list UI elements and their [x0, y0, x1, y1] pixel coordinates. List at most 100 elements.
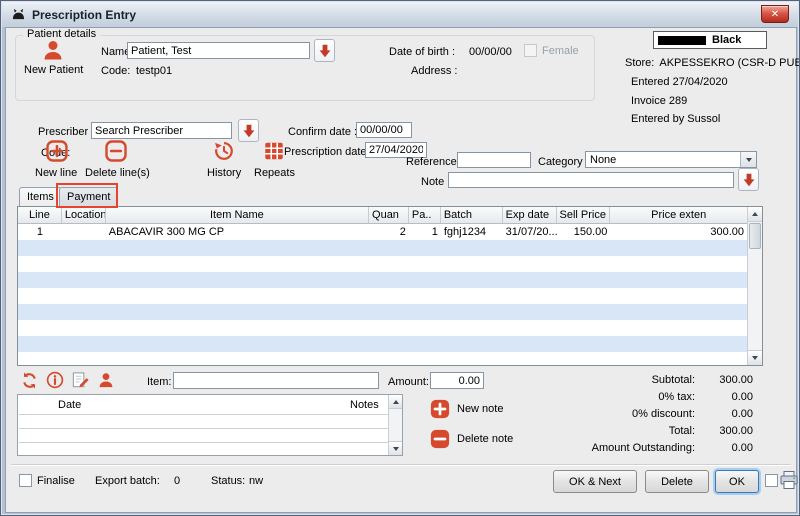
- patient-details-button[interactable]: [96, 370, 116, 390]
- footer-divider: [11, 464, 791, 466]
- print-checkbox[interactable]: [765, 474, 778, 487]
- outstanding-line: Amount Outstanding:0.00: [592, 442, 753, 454]
- cell-price-exten: 300.00: [610, 224, 747, 240]
- notes-notes-header: Notes: [350, 399, 379, 411]
- new-patient-label: New Patient: [24, 64, 83, 76]
- table-row-empty[interactable]: [18, 304, 747, 320]
- female-checkbox: [524, 44, 537, 57]
- col-pack[interactable]: Pa..: [409, 207, 441, 223]
- notes-panel: Date Notes: [17, 394, 403, 456]
- discount-label: 0% discount:: [632, 408, 695, 420]
- scroll-thumb[interactable]: [749, 223, 761, 249]
- female-label: Female: [542, 45, 579, 57]
- repeats-button[interactable]: [263, 140, 285, 162]
- table-row-empty[interactable]: [18, 272, 747, 288]
- discount-line: 0% discount:0.00: [632, 408, 753, 420]
- ok-next-button[interactable]: OK & Next: [553, 470, 637, 493]
- notes-scroll-up-button[interactable]: [389, 395, 402, 409]
- table-row-empty[interactable]: [18, 352, 747, 365]
- cell-batch: fghj1234: [441, 224, 503, 240]
- new-patient-button[interactable]: [41, 37, 65, 62]
- notes-scrollbar[interactable]: [388, 395, 402, 455]
- col-batch[interactable]: Batch: [441, 207, 503, 223]
- title-bar[interactable]: Prescription Entry: [2, 2, 798, 27]
- plus-icon: [430, 399, 450, 419]
- printer-icon: [779, 470, 799, 490]
- patient-lookup-button[interactable]: [314, 39, 335, 62]
- new-line-button[interactable]: [46, 140, 68, 162]
- minus-icon: [105, 140, 127, 162]
- reorder-lines-button[interactable]: [19, 370, 39, 390]
- item-input[interactable]: [173, 372, 379, 389]
- color-swatch: [658, 36, 706, 45]
- repeats-grid-icon: [263, 140, 285, 162]
- delete-note-label: Delete note: [457, 433, 513, 445]
- prescriber-label: Prescriber: [38, 126, 88, 138]
- note-row-divider: [19, 428, 388, 429]
- status-value: nw: [249, 475, 263, 487]
- history-label: History: [207, 167, 241, 179]
- scroll-down-button[interactable]: [748, 350, 762, 365]
- dob-value: 00/00/00: [469, 46, 512, 58]
- patient-name-input[interactable]: [127, 42, 310, 59]
- chevron-down-icon: [746, 158, 752, 162]
- outstanding-value: 0.00: [695, 442, 753, 454]
- name-label: Name: [101, 46, 130, 58]
- delete-button[interactable]: Delete: [645, 470, 709, 493]
- delete-note-button[interactable]: [430, 429, 450, 449]
- refresh-arrows-icon: [20, 371, 39, 390]
- delete-lines-button[interactable]: [105, 140, 127, 162]
- note-header-divider: [19, 414, 388, 415]
- triangle-down-icon: [393, 447, 399, 451]
- prescription-entry-window: Prescription Entry ✕ Patient details New…: [0, 0, 800, 516]
- prescriber-lookup-button[interactable]: [238, 119, 259, 142]
- close-button[interactable]: ✕: [761, 5, 789, 23]
- col-sell-price[interactable]: Sell Price: [557, 207, 611, 223]
- entered-date: Entered 27/04/2020: [631, 76, 728, 88]
- note-input[interactable]: [448, 172, 734, 188]
- col-quan[interactable]: Quan: [369, 207, 409, 223]
- finalise-checkbox[interactable]: [19, 474, 32, 487]
- category-select[interactable]: None: [585, 151, 757, 168]
- store-value: AKPESSEKRO (CSR-D PUBLIC): [659, 57, 800, 69]
- confirm-date-input[interactable]: [356, 122, 412, 138]
- table-row[interactable]: 1 ABACAVIR 300 MG CP 2 1 fghj1234 31/07/…: [18, 224, 747, 240]
- print-button[interactable]: [779, 470, 799, 490]
- patient-color-box[interactable]: Black: [653, 31, 767, 49]
- item-info-button[interactable]: [45, 370, 65, 390]
- new-note-button[interactable]: [430, 399, 450, 419]
- edit-pencil-icon: [71, 371, 90, 390]
- edit-note-button[interactable]: [70, 370, 90, 390]
- col-item-name[interactable]: Item Name: [106, 207, 369, 223]
- address-label: Address :: [411, 65, 457, 77]
- ok-button[interactable]: OK: [715, 470, 759, 493]
- table-row-empty[interactable]: [18, 320, 747, 336]
- scroll-up-button[interactable]: [748, 207, 762, 222]
- person-icon: [97, 371, 115, 389]
- col-location[interactable]: Location: [62, 207, 106, 223]
- col-line[interactable]: Line: [18, 207, 62, 223]
- table-row-empty[interactable]: [18, 240, 747, 256]
- table-row-empty[interactable]: [18, 336, 747, 352]
- confirm-date-label: Confirm date :: [288, 126, 357, 138]
- amount-input[interactable]: [430, 372, 484, 389]
- reference-label: Reference: [406, 156, 457, 168]
- col-price-exten[interactable]: Price exten: [610, 207, 747, 223]
- tab-items-label: Items: [27, 191, 54, 203]
- history-button[interactable]: [213, 140, 235, 162]
- notes-scroll-down-button[interactable]: [389, 441, 402, 455]
- prescriber-search-input[interactable]: [91, 122, 232, 139]
- table-row-empty[interactable]: [18, 256, 747, 272]
- category-value: None: [586, 154, 740, 166]
- cell-sell-price: 150.00: [557, 224, 611, 240]
- note-expand-button[interactable]: [738, 168, 759, 191]
- reference-input[interactable]: [457, 152, 531, 168]
- table-row-empty[interactable]: [18, 288, 747, 304]
- repeats-label: Repeats: [254, 167, 295, 179]
- payment-tab-highlight: [56, 183, 118, 208]
- dropdown-button[interactable]: [740, 152, 756, 167]
- cell-quan: 2: [369, 224, 409, 240]
- col-exp-date[interactable]: Exp date: [503, 207, 557, 223]
- delete-lines-label: Delete line(s): [85, 167, 150, 179]
- items-table-scrollbar[interactable]: [747, 207, 762, 365]
